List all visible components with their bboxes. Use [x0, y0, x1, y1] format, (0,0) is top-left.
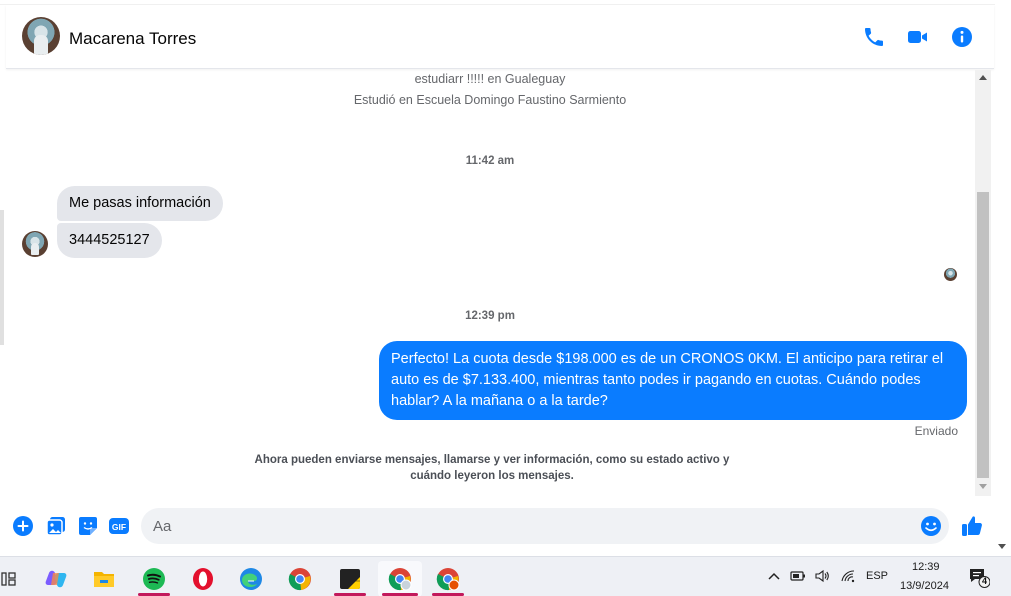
clock-time[interactable]: 12:39: [912, 561, 940, 573]
gif-label: GIF: [112, 522, 126, 532]
phone-icon[interactable]: [862, 25, 886, 49]
scroll-thumb[interactable]: [977, 192, 989, 478]
message-timestamp: 11:42 am: [465, 155, 515, 167]
scroll-up-arrow-icon[interactable]: [979, 75, 987, 80]
task-view-icon[interactable]: [0, 561, 28, 596]
edge-icon[interactable]: [231, 561, 271, 596]
message-input[interactable]: [141, 508, 949, 544]
sticky-notes-icon[interactable]: [330, 561, 370, 596]
page-scroll-down-arrow-icon[interactable]: [998, 544, 1006, 549]
scroll-down-arrow-icon[interactable]: [979, 484, 987, 489]
chrome-profile-icon[interactable]: [378, 561, 422, 596]
notification-count-badge: 4: [982, 576, 988, 586]
encryption-notice: Ahora pueden enviarse mensajes, llamarse…: [254, 454, 730, 482]
spotify-icon[interactable]: [134, 561, 174, 596]
copilot-icon[interactable]: [36, 561, 76, 596]
chrome-icon[interactable]: [280, 561, 320, 596]
message-timestamp: 12:39 pm: [465, 310, 515, 322]
chrome-profile-2-icon[interactable]: [428, 561, 468, 596]
chat-header: Macarena Torres: [6, 5, 994, 69]
contact-name[interactable]: Macarena Torres: [69, 29, 196, 49]
contact-avatar[interactable]: [22, 17, 60, 55]
sticker-icon[interactable]: [77, 515, 99, 537]
profile-info-line: Estudió en Escuela Domingo Faustino Sarm…: [353, 93, 627, 107]
message-composer: GIF: [0, 500, 995, 552]
notification-center-icon[interactable]: 4: [968, 566, 991, 588]
wifi-icon[interactable]: [840, 568, 856, 584]
left-edge-shadow: [0, 210, 4, 345]
info-icon[interactable]: [950, 25, 974, 49]
incoming-message[interactable]: Me pasas información: [57, 186, 223, 221]
contact-avatar-small[interactable]: [22, 231, 48, 257]
profile-info-line: estudiarr !!!!! en Gualeguay: [414, 72, 566, 86]
thumbs-up-icon[interactable]: [960, 514, 984, 538]
message-status: Enviado: [914, 424, 958, 438]
opera-icon[interactable]: [183, 561, 223, 596]
file-explorer-icon[interactable]: [84, 561, 124, 596]
message-thread[interactable]: estudiarr !!!!! en Gualeguay Estudió en …: [6, 70, 974, 496]
video-camera-icon[interactable]: [906, 25, 930, 49]
read-receipt-avatar: [944, 268, 957, 281]
volume-icon[interactable]: [814, 568, 830, 584]
image-icon[interactable]: [45, 515, 67, 537]
chat-scrollbar[interactable]: [975, 70, 991, 496]
chevron-up-icon[interactable]: [766, 568, 782, 584]
emoji-icon[interactable]: [920, 515, 942, 537]
gif-icon[interactable]: GIF: [108, 515, 130, 537]
messenger-window: Macarena Torres estudiarr !!!!! en Guale…: [0, 0, 1011, 596]
windows-taskbar: [0, 556, 1011, 596]
outgoing-message[interactable]: Perfecto! La cuota desde $198.000 es de …: [379, 341, 967, 420]
battery-icon[interactable]: [790, 568, 806, 584]
incoming-message[interactable]: 3444525127: [57, 223, 162, 258]
clock-date[interactable]: 13/9/2024: [900, 580, 949, 592]
language-indicator[interactable]: ESP: [866, 570, 888, 582]
plus-icon[interactable]: [12, 515, 34, 537]
